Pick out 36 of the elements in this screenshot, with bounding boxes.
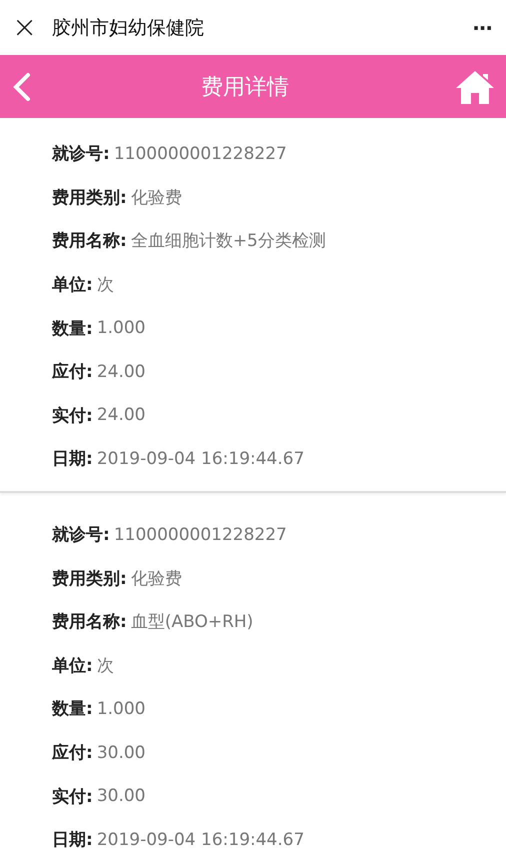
field-value: 2019-09-04 16:19:44.67 (96, 830, 304, 850)
field-value: 1100000001228227 (114, 524, 287, 545)
field-value: 30.00 (96, 742, 146, 763)
field-value: 次 (96, 654, 114, 677)
field-value: 24.00 (96, 405, 146, 426)
field-value: 30.00 (96, 786, 146, 806)
page-title: 胶州市妇幼保健院 (52, 16, 205, 40)
field-value: 血型(ABO+RH) (130, 611, 254, 634)
field-label: 就诊号: (52, 143, 110, 166)
field-value: 1.000 (96, 698, 146, 719)
field-value: 1100000001228227 (114, 144, 287, 164)
field-label: 单位: (52, 654, 93, 677)
more-button[interactable]: ··· (472, 16, 492, 40)
field-label: 实付: (52, 404, 93, 427)
field-label: 日期: (52, 448, 93, 470)
field-label: 应付: (52, 361, 93, 384)
field-value: 化验费 (130, 568, 182, 590)
field-label: 费用名称: (52, 611, 127, 634)
field-label: 数量: (52, 318, 93, 340)
field-value: 全血细胞计数+5分类检测 (130, 230, 326, 252)
close-button[interactable]: × (12, 12, 42, 42)
field-label: 数量: (52, 698, 93, 720)
field-label: 费用类别: (52, 186, 127, 209)
nav-title: 费用详情 (200, 74, 290, 102)
field-value: 2019-09-04 16:19:44.67 (96, 448, 304, 469)
field-value: 化验费 (130, 186, 182, 209)
field-label: 费用类别: (52, 568, 127, 590)
field-label: 应付: (52, 742, 93, 764)
field-label: 单位: (52, 274, 93, 296)
field-value: 24.00 (96, 362, 146, 382)
field-value: 次 (96, 274, 114, 296)
field-label: 费用名称: (52, 230, 127, 252)
field-label: 实付: (52, 786, 93, 808)
field-value: 1.000 (96, 318, 146, 338)
field-label: 就诊号: (52, 524, 110, 546)
field-label: 日期: (52, 829, 93, 852)
